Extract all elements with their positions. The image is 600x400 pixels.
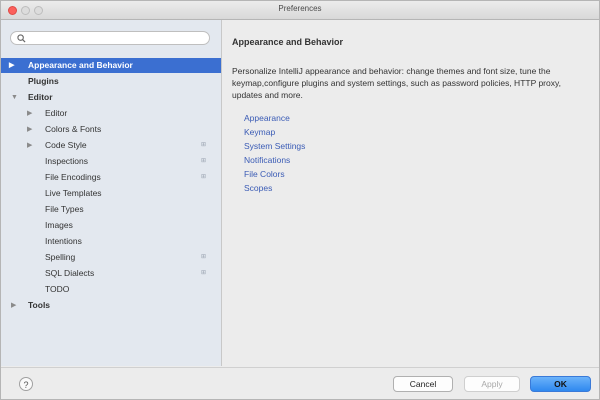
tree-item-intentions[interactable]: Intentions xyxy=(1,234,221,249)
help-button[interactable]: ? xyxy=(19,377,33,391)
subpage-links: Appearance Keymap System Settings Notifi… xyxy=(244,111,305,195)
tree-item-label: Editor xyxy=(45,108,68,118)
tree-item-label: Live Templates xyxy=(45,188,102,198)
expand-arrow-icon[interactable]: ▶ xyxy=(11,298,16,313)
tree-item-label: Plugins xyxy=(28,76,59,86)
tree-item-inspections[interactable]: Inspections ⊞ xyxy=(1,154,221,169)
tree-item-editor[interactable]: ▶ Editor xyxy=(1,106,221,121)
tree-item-images[interactable]: Images xyxy=(1,218,221,233)
expand-arrow-icon[interactable]: ▶ xyxy=(27,106,32,121)
ok-button[interactable]: OK xyxy=(530,376,591,392)
link-scopes[interactable]: Scopes xyxy=(244,181,305,195)
cancel-button[interactable]: Cancel xyxy=(393,376,453,392)
tree-item-sql-dialects[interactable]: SQL Dialects ⊞ xyxy=(1,266,221,281)
tree-item-label: SQL Dialects xyxy=(45,268,95,278)
tree-item-colors-and-fonts[interactable]: ▶ Colors & Fonts xyxy=(1,122,221,137)
link-system-settings[interactable]: System Settings xyxy=(244,139,305,153)
project-settings-icon: ⊞ xyxy=(201,254,207,260)
collapse-arrow-icon[interactable]: ▼ xyxy=(11,90,18,105)
window-title: Preferences xyxy=(278,4,322,13)
search-icon xyxy=(17,34,26,43)
tree-item-plugins[interactable]: Plugins xyxy=(1,74,221,89)
tree-item-label: File Encodings xyxy=(45,172,101,182)
tree-item-label: Code Style xyxy=(45,140,87,150)
tree-item-file-types[interactable]: File Types xyxy=(1,202,221,217)
tree-item-label: Inspections xyxy=(45,156,88,166)
tree-item-live-templates[interactable]: Live Templates xyxy=(1,186,221,201)
tree-item-label: Spelling xyxy=(45,252,76,262)
expand-arrow-icon[interactable]: ▶ xyxy=(27,122,32,137)
preferences-window: Preferences ▶ Appearance and Behavior Pl… xyxy=(0,0,600,400)
search-input[interactable] xyxy=(29,33,199,43)
tree-item-label: Appearance and Behavior xyxy=(28,60,133,70)
settings-sidebar: ▶ Appearance and Behavior Plugins ▼ Edit… xyxy=(1,20,222,366)
tree-item-appearance-and-behavior[interactable]: ▶ Appearance and Behavior xyxy=(1,58,221,73)
project-settings-icon: ⊞ xyxy=(201,174,207,180)
title-bar: Preferences xyxy=(1,1,599,20)
project-settings-icon: ⊞ xyxy=(201,142,207,148)
link-notifications[interactable]: Notifications xyxy=(244,153,305,167)
tree-item-label: Colors & Fonts xyxy=(45,124,102,134)
project-settings-icon: ⊞ xyxy=(201,158,207,164)
dialog-footer: ? Cancel Apply OK xyxy=(1,367,599,399)
search-field[interactable] xyxy=(10,31,210,45)
expand-arrow-icon[interactable]: ▶ xyxy=(9,58,14,73)
tree-item-label: TODO xyxy=(45,284,70,294)
settings-content-panel: Appearance and Behavior Personalize Inte… xyxy=(222,20,599,366)
tree-item-label: File Types xyxy=(45,204,84,214)
tree-item-spelling[interactable]: Spelling ⊞ xyxy=(1,250,221,265)
apply-button[interactable]: Apply xyxy=(464,376,520,392)
tree-item-label: Editor xyxy=(28,92,53,102)
link-keymap[interactable]: Keymap xyxy=(244,125,305,139)
tree-item-label: Intentions xyxy=(45,236,82,246)
tree-item-label: Images xyxy=(45,220,73,230)
page-title: Appearance and Behavior xyxy=(232,37,344,47)
expand-arrow-icon[interactable]: ▶ xyxy=(27,138,32,153)
tree-item-label: Tools xyxy=(28,300,51,310)
tree-item-editor-group[interactable]: ▼ Editor xyxy=(1,90,221,105)
project-settings-icon: ⊞ xyxy=(201,270,207,276)
link-file-colors[interactable]: File Colors xyxy=(244,167,305,181)
tree-item-tools[interactable]: ▶ Tools xyxy=(1,298,221,313)
page-description: Personalize IntelliJ appearance and beha… xyxy=(232,66,561,100)
tree-item-code-style[interactable]: ▶ Code Style ⊞ xyxy=(1,138,221,153)
tree-item-file-encodings[interactable]: File Encodings ⊞ xyxy=(1,170,221,185)
tree-item-todo[interactable]: TODO xyxy=(1,282,221,297)
link-appearance[interactable]: Appearance xyxy=(244,111,305,125)
